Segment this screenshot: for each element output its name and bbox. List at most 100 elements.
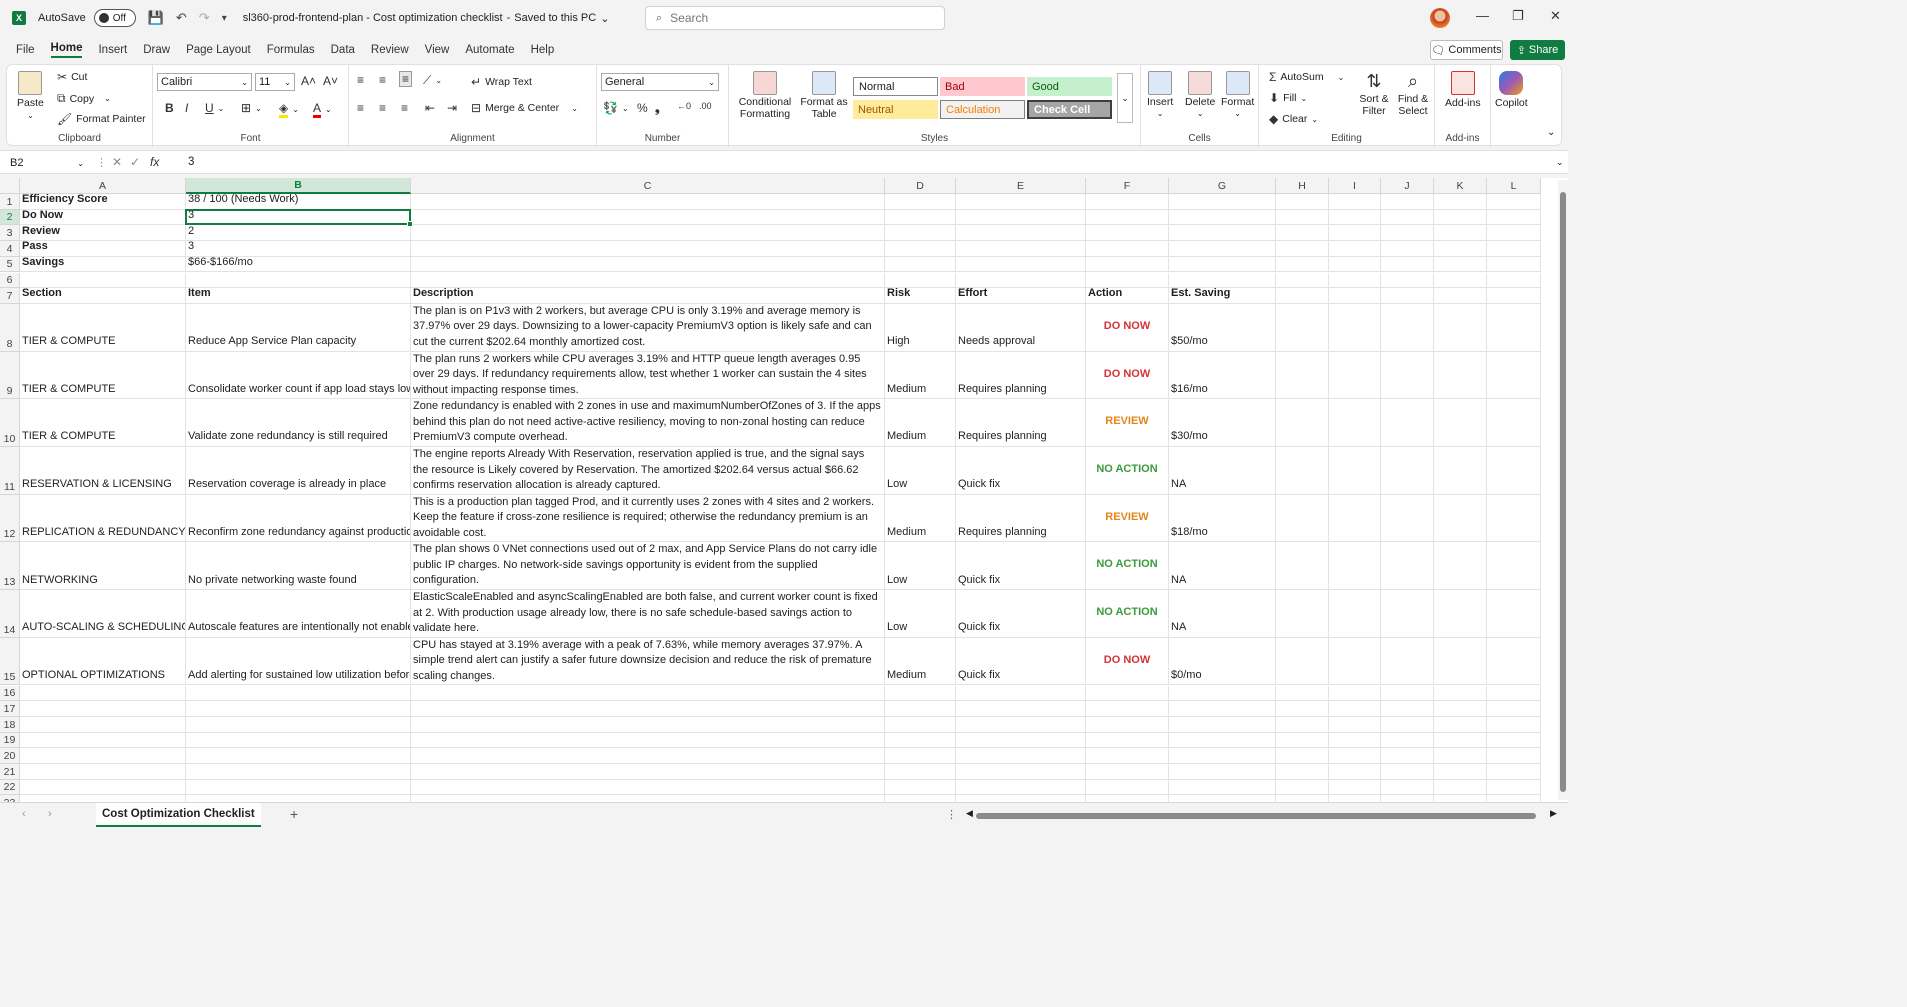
grid-cell[interactable] <box>1276 716 1329 733</box>
grid-cell[interactable] <box>1086 194 1169 210</box>
row-header-3[interactable]: 3 <box>0 225 20 242</box>
tab-draw[interactable]: Draw <box>143 44 170 56</box>
grid-cell[interactable] <box>1329 795 1381 802</box>
fill-handle[interactable] <box>407 221 413 228</box>
grid-cell[interactable] <box>411 701 885 717</box>
grid-cell[interactable] <box>1487 637 1541 686</box>
grid-cell[interactable] <box>1487 241 1541 257</box>
summary-label[interactable]: Efficiency Score <box>20 194 186 210</box>
summary-label[interactable]: Review <box>20 225 186 242</box>
grid-cell[interactable] <box>956 194 1086 210</box>
column-header-h[interactable]: H <box>1276 178 1329 194</box>
grid-cell[interactable] <box>956 256 1086 273</box>
percent-button[interactable]: % <box>637 101 648 115</box>
grid-cell[interactable] <box>411 732 885 749</box>
table-header[interactable]: Section <box>20 288 186 304</box>
table-header[interactable]: Description <box>411 288 885 304</box>
grid-cell[interactable] <box>1434 748 1487 764</box>
grid-cell[interactable] <box>1276 701 1329 717</box>
grid-cell[interactable] <box>1487 764 1541 780</box>
grid-cell[interactable] <box>186 716 411 733</box>
sheet-tab-cost-optimization[interactable]: Cost Optimization Checklist <box>96 803 261 827</box>
grid-cell[interactable] <box>1086 685 1169 702</box>
table-cell-description[interactable]: ElasticScaleEnabled and asyncScalingEnab… <box>411 590 885 638</box>
grid-cell[interactable] <box>956 701 1086 717</box>
grid-cell[interactable] <box>186 779 411 796</box>
grid-cell[interactable] <box>1487 732 1541 749</box>
grid-cell[interactable] <box>1169 209 1276 226</box>
tab-view[interactable]: View <box>425 44 450 56</box>
grid-cell[interactable] <box>1276 303 1329 352</box>
grid-cell[interactable] <box>1381 732 1434 749</box>
grid-cell[interactable] <box>411 272 885 289</box>
increase-font-button[interactable]: A˄ <box>301 74 316 88</box>
fx-icon[interactable]: fx <box>150 155 159 169</box>
grid-cell[interactable] <box>1381 241 1434 257</box>
row-header-4[interactable]: 4 <box>0 241 20 257</box>
grid-cell[interactable] <box>20 272 186 289</box>
align-left-button[interactable]: ≡ <box>357 101 364 115</box>
cut-button[interactable]: ✂ Cut <box>57 70 87 84</box>
row-header-6[interactable]: 6 <box>0 272 20 289</box>
table-cell-action[interactable]: NO ACTION <box>1086 542 1169 591</box>
grid-cell[interactable] <box>186 764 411 780</box>
grid-cell[interactable] <box>411 194 885 210</box>
comments-button[interactable]: 🗨 Comments <box>1430 40 1503 60</box>
grid-cell[interactable] <box>1487 399 1541 447</box>
grid-cell[interactable] <box>1487 209 1541 226</box>
formula-input[interactable]: 3 <box>188 156 194 168</box>
grid-cell[interactable] <box>1487 685 1541 702</box>
scroll-left-icon[interactable]: ◀ <box>966 808 973 819</box>
grid-cell[interactable] <box>956 779 1086 796</box>
table-cell-effort[interactable]: Quick fix <box>956 542 1086 591</box>
grid-cell[interactable] <box>411 241 885 257</box>
grid-cell[interactable] <box>1381 637 1434 686</box>
redo-icon[interactable]: ↷ <box>199 10 210 26</box>
grid-cell[interactable] <box>1276 795 1329 802</box>
grid-cell[interactable] <box>956 241 1086 257</box>
grid-cell[interactable] <box>1434 303 1487 352</box>
table-cell-saving[interactable]: NA <box>1169 542 1276 591</box>
copilot-button[interactable]: Copilot <box>1495 71 1528 109</box>
grid-cell[interactable] <box>1381 795 1434 802</box>
grid-cell[interactable] <box>1169 272 1276 289</box>
table-header[interactable]: Effort <box>956 288 1086 304</box>
grid-cell[interactable] <box>1329 590 1381 638</box>
grid-cell[interactable] <box>1381 351 1434 400</box>
grid-cell[interactable] <box>956 764 1086 780</box>
grid-cell[interactable] <box>1434 209 1487 226</box>
table-cell-risk[interactable]: High <box>885 303 956 352</box>
grid-cell[interactable] <box>1086 764 1169 780</box>
table-header[interactable]: Action <box>1086 288 1169 304</box>
grid-cell[interactable] <box>1276 779 1329 796</box>
tab-home[interactable]: Home <box>50 42 83 58</box>
grid-cell[interactable] <box>1381 716 1434 733</box>
grid-cell[interactable] <box>1329 225 1381 242</box>
grid-cell[interactable] <box>1487 351 1541 400</box>
cancel-icon[interactable]: ✕ <box>112 155 122 169</box>
grid-cell[interactable] <box>1434 194 1487 210</box>
grid-cell[interactable] <box>186 701 411 717</box>
grid-cell[interactable] <box>1329 288 1381 304</box>
grid-cell[interactable] <box>411 764 885 780</box>
table-cell-description[interactable]: The plan runs 2 workers while CPU averag… <box>411 351 885 400</box>
table-cell-action[interactable]: DO NOW <box>1086 303 1169 352</box>
comma-button[interactable]: ❟ <box>655 101 660 116</box>
underline-button[interactable]: U ⌄ <box>205 101 224 115</box>
table-header[interactable]: Risk <box>885 288 956 304</box>
grid-cell[interactable] <box>1381 701 1434 717</box>
fill-button[interactable]: ⬇ Fill ⌄ <box>1269 91 1307 105</box>
row-header-12[interactable]: 12 <box>0 494 20 543</box>
table-cell-risk[interactable]: Medium <box>885 494 956 543</box>
row-header-22[interactable]: 22 <box>0 779 20 796</box>
grid-cell[interactable] <box>1487 447 1541 495</box>
minimize-icon[interactable]: — <box>1476 8 1489 23</box>
copy-button[interactable]: ⧉ Copy ⌄ <box>57 91 111 106</box>
save-icon[interactable]: 💾 <box>148 10 164 26</box>
table-cell-effort[interactable]: Requires planning <box>956 399 1086 447</box>
expand-formula-icon[interactable]: ⌄ <box>1556 157 1564 168</box>
grid-cell[interactable] <box>885 225 956 242</box>
grid-cell[interactable] <box>1381 590 1434 638</box>
grid-cell[interactable] <box>1169 732 1276 749</box>
grid-cell[interactable] <box>1329 256 1381 273</box>
